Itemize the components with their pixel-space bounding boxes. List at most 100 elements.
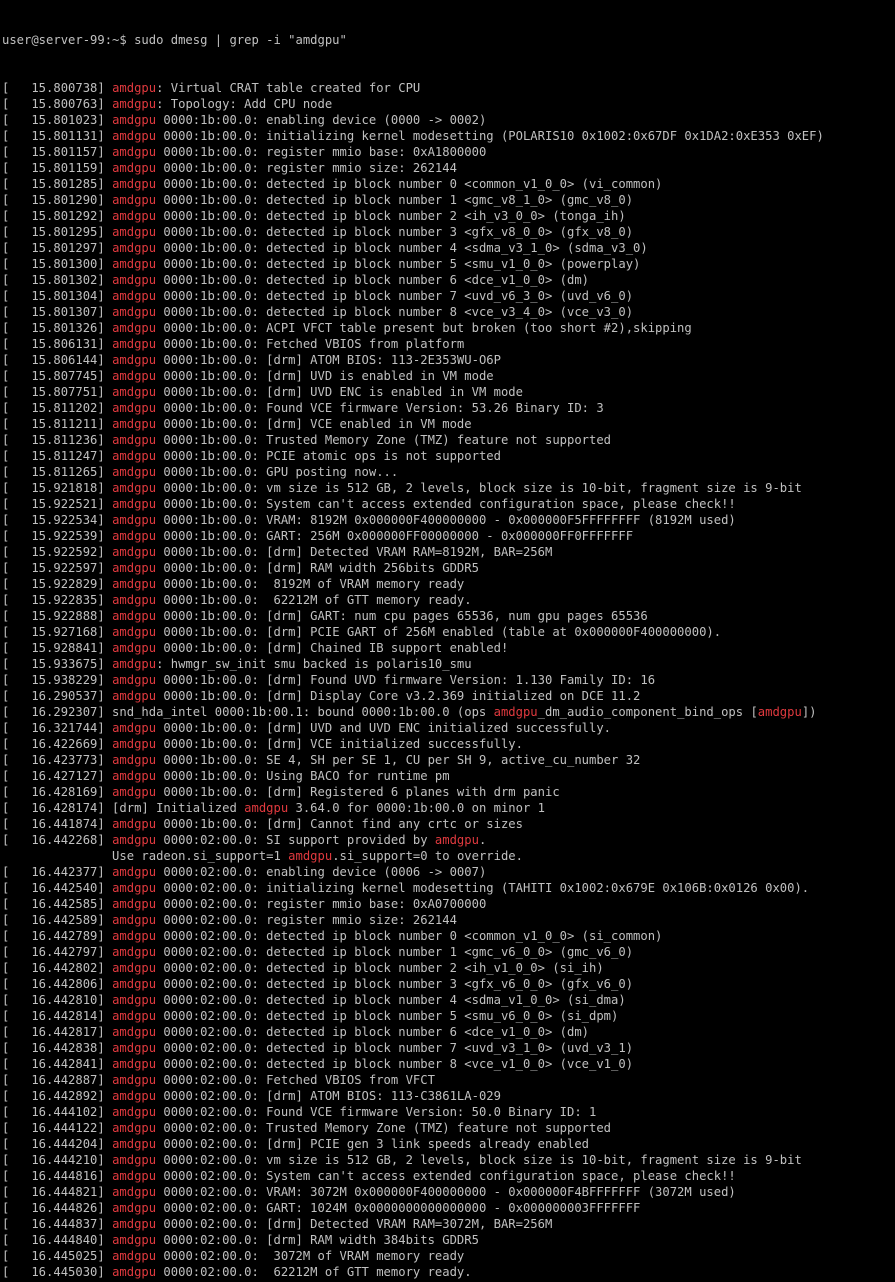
log-line: [ 16.444840] amdgpu 0000:02:00.0: [drm] … — [2, 1233, 479, 1247]
log-line: [ 15.811247] amdgpu 0000:1b:00.0: PCIE a… — [2, 449, 501, 463]
grep-match: amdgpu — [112, 993, 157, 1007]
log-line: [ 16.442377] amdgpu 0000:02:00.0: enabli… — [2, 865, 487, 879]
grep-match: amdgpu — [112, 1265, 157, 1279]
log-line: [ 16.442540] amdgpu 0000:02:00.0: initia… — [2, 881, 810, 895]
log-line: [ 15.811265] amdgpu 0000:1b:00.0: GPU po… — [2, 465, 399, 479]
log-line: [ 15.800738] amdgpu: Virtual CRAT table … — [2, 81, 421, 95]
log-line: [ 16.442789] amdgpu 0000:02:00.0: detect… — [2, 929, 663, 943]
grep-match: amdgpu — [112, 721, 157, 735]
grep-match: amdgpu — [112, 1137, 157, 1151]
log-line: [ 15.801131] amdgpu 0000:1b:00.0: initia… — [2, 129, 824, 143]
grep-match: amdgpu — [112, 881, 157, 895]
grep-match: amdgpu — [112, 257, 157, 271]
grep-match: amdgpu — [112, 1121, 157, 1135]
grep-match: amdgpu — [112, 1025, 157, 1039]
log-line: [ 15.801159] amdgpu 0000:1b:00.0: regist… — [2, 161, 457, 175]
log-line: [ 16.442806] amdgpu 0000:02:00.0: detect… — [2, 977, 634, 991]
grep-match: amdgpu — [112, 593, 157, 607]
terminal-window[interactable]: user@server-99:~$ sudo dmesg | grep -i "… — [0, 0, 895, 1282]
log-line: [ 15.806144] amdgpu 0000:1b:00.0: [drm] … — [2, 353, 501, 367]
grep-match: amdgpu — [112, 1089, 157, 1103]
log-line: [ 16.442589] amdgpu 0000:02:00.0: regist… — [2, 913, 457, 927]
grep-match: amdgpu — [112, 641, 157, 655]
grep-match: amdgpu — [493, 705, 538, 719]
command-prompt: user@server-99:~$ sudo dmesg | grep -i "… — [2, 33, 347, 47]
grep-match: amdgpu — [112, 1105, 157, 1119]
grep-match: amdgpu — [244, 801, 289, 815]
grep-match: amdgpu — [112, 1073, 157, 1087]
log-line: [ 16.442838] amdgpu 0000:02:00.0: detect… — [2, 1041, 634, 1055]
grep-match: amdgpu — [112, 817, 157, 831]
grep-match: amdgpu — [112, 577, 157, 591]
grep-match: amdgpu — [112, 977, 157, 991]
log-line: [ 16.444821] amdgpu 0000:02:00.0: VRAM: … — [2, 1185, 736, 1199]
log-line: [ 16.442814] amdgpu 0000:02:00.0: detect… — [2, 1009, 619, 1023]
grep-match: amdgpu — [112, 401, 157, 415]
grep-match: amdgpu — [112, 289, 157, 303]
grep-match: amdgpu — [112, 385, 157, 399]
grep-match: amdgpu — [112, 1233, 157, 1247]
log-line: [ 15.801292] amdgpu 0000:1b:00.0: detect… — [2, 209, 626, 223]
log-line: [ 15.922534] amdgpu 0000:1b:00.0: VRAM: … — [2, 513, 736, 527]
grep-match: amdgpu — [112, 81, 157, 95]
log-line: [ 16.444837] amdgpu 0000:02:00.0: [drm] … — [2, 1217, 553, 1231]
grep-match: amdgpu — [112, 497, 157, 511]
log-line: [ 16.444210] amdgpu 0000:02:00.0: vm siz… — [2, 1153, 802, 1167]
log-line: [ 16.442797] amdgpu 0000:02:00.0: detect… — [2, 945, 634, 959]
grep-match: amdgpu — [112, 785, 157, 799]
grep-match: amdgpu — [112, 161, 157, 175]
log-line: [ 16.442817] amdgpu 0000:02:00.0: detect… — [2, 1025, 590, 1039]
grep-match: amdgpu — [112, 1057, 157, 1071]
log-line: [ 16.423773] amdgpu 0000:1b:00.0: SE 4, … — [2, 753, 641, 767]
grep-match: amdgpu — [112, 897, 157, 911]
grep-match: amdgpu — [112, 369, 157, 383]
grep-match: amdgpu — [112, 465, 157, 479]
log-line: [ 16.444816] amdgpu 0000:02:00.0: System… — [2, 1169, 736, 1183]
grep-match: amdgpu — [112, 209, 157, 223]
log-line: [ 16.442887] amdgpu 0000:02:00.0: Fetche… — [2, 1073, 435, 1087]
log-line: [ 15.801326] amdgpu 0000:1b:00.0: ACPI V… — [2, 321, 692, 335]
log-line: [ 15.922539] amdgpu 0000:1b:00.0: GART: … — [2, 529, 634, 543]
grep-match: amdgpu — [112, 961, 157, 975]
grep-match: amdgpu — [434, 833, 479, 847]
log-line: [ 16.444122] amdgpu 0000:02:00.0: Truste… — [2, 1121, 612, 1135]
log-line: [ 16.427127] amdgpu 0000:1b:00.0: Using … — [2, 769, 450, 783]
log-line: [ 15.801297] amdgpu 0000:1b:00.0: detect… — [2, 241, 648, 255]
log-line: [ 15.801304] amdgpu 0000:1b:00.0: detect… — [2, 289, 634, 303]
grep-match: amdgpu — [112, 1249, 157, 1263]
grep-match: amdgpu — [112, 737, 157, 751]
grep-match: amdgpu — [112, 1169, 157, 1183]
grep-match: amdgpu — [112, 193, 157, 207]
log-line: [ 15.807745] amdgpu 0000:1b:00.0: [drm] … — [2, 369, 494, 383]
log-line: [ 16.321744] amdgpu 0000:1b:00.0: [drm] … — [2, 721, 612, 735]
log-line: [ 16.292307] snd_hda_intel 0000:1b:00.1:… — [2, 705, 817, 719]
grep-match: amdgpu — [112, 673, 157, 687]
grep-match: amdgpu — [112, 129, 157, 143]
grep-match: amdgpu — [112, 833, 157, 847]
log-line: [ 15.927168] amdgpu 0000:1b:00.0: [drm] … — [2, 625, 722, 639]
log-line: [ 15.801157] amdgpu 0000:1b:00.0: regist… — [2, 145, 487, 159]
log-line: [ 15.801307] amdgpu 0000:1b:00.0: detect… — [2, 305, 634, 319]
log-line: [ 16.428174] [drm] Initialized amdgpu 3.… — [2, 801, 545, 815]
log-line: [ 15.928841] amdgpu 0000:1b:00.0: [drm] … — [2, 641, 509, 655]
log-line: [ 16.428169] amdgpu 0000:1b:00.0: [drm] … — [2, 785, 560, 799]
log-output: [ 15.800738] amdgpu: Virtual CRAT table … — [2, 80, 895, 1282]
log-line: [ 15.801285] amdgpu 0000:1b:00.0: detect… — [2, 177, 663, 191]
log-line: [ 16.442810] amdgpu 0000:02:00.0: detect… — [2, 993, 626, 1007]
grep-match: amdgpu — [112, 145, 157, 159]
log-line: [ 15.922597] amdgpu 0000:1b:00.0: [drm] … — [2, 561, 479, 575]
grep-match: amdgpu — [288, 849, 333, 863]
grep-match: amdgpu — [112, 273, 157, 287]
log-line: [ 16.442892] amdgpu 0000:02:00.0: [drm] … — [2, 1089, 501, 1103]
grep-match: amdgpu — [112, 529, 157, 543]
grep-match: amdgpu — [112, 913, 157, 927]
log-line: [ 15.811202] amdgpu 0000:1b:00.0: Found … — [2, 401, 604, 415]
log-line: [ 16.290537] amdgpu 0000:1b:00.0: [drm] … — [2, 689, 641, 703]
grep-match: amdgpu — [112, 609, 157, 623]
log-line: [ 15.801302] amdgpu 0000:1b:00.0: detect… — [2, 273, 590, 287]
grep-match: amdgpu — [112, 225, 157, 239]
grep-match: amdgpu — [112, 417, 157, 431]
log-line: [ 15.922888] amdgpu 0000:1b:00.0: [drm] … — [2, 609, 648, 623]
grep-match: amdgpu — [112, 929, 157, 943]
log-line: [ 15.800763] amdgpu: Topology: Add CPU n… — [2, 97, 333, 111]
